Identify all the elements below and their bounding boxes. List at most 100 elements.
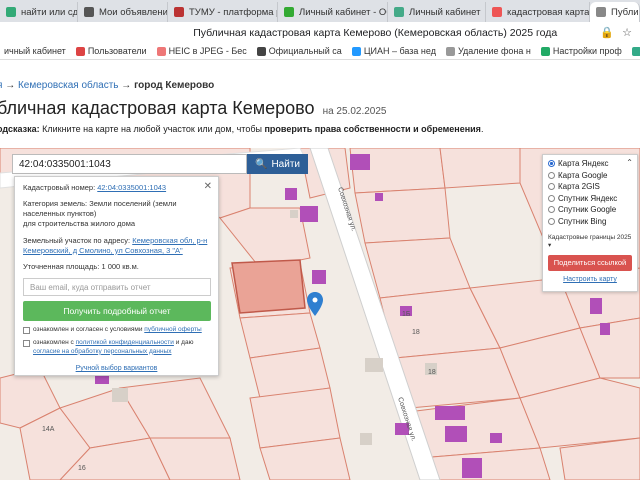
house-number: 14А [42, 426, 55, 433]
chevron-up-icon[interactable]: ⌃ [626, 158, 633, 167]
building [445, 426, 467, 442]
layer-option[interactable]: Карта 2GIS [548, 181, 632, 193]
share-link-button[interactable]: Поделиться ссылкой [548, 255, 632, 271]
layer-radio[interactable] [548, 171, 555, 179]
bookmark-item[interactable]: Личный кабинет [628, 46, 640, 56]
bookmark-item[interactable]: ичный кабинет [0, 46, 70, 56]
bookmark-label: Официальный са [268, 46, 342, 56]
layer-label: Карта Google [558, 170, 608, 180]
tab-label: Личный кабинет [409, 6, 481, 18]
bookmark-label: ичный кабинет [4, 46, 66, 56]
house-number: 1Б [402, 311, 411, 318]
outbuilding [365, 358, 383, 372]
breadcrumb-region[interactable]: Кемеровская область [18, 80, 119, 91]
layer-option[interactable]: Спутник Яндекс [548, 193, 632, 205]
browser-address-bar: Публичная кадастровая карта Кемерово (Ке… [0, 22, 640, 43]
layer-radio[interactable] [548, 206, 555, 214]
offer-consent[interactable]: ознакомлен и согласен с условиями публич… [23, 326, 210, 334]
close-icon[interactable]: ✕ [204, 181, 212, 192]
tab-label: Мои объявления [99, 6, 168, 18]
selected-plot[interactable] [231, 259, 306, 314]
layer-option[interactable]: Карта Google [548, 170, 632, 182]
layer-label: Карта 2GIS [558, 182, 600, 192]
lock-icon[interactable]: 🔒 [600, 26, 614, 39]
layer-option[interactable]: Спутник Google [548, 204, 632, 216]
land-plot [354, 187, 451, 244]
building [350, 154, 370, 170]
area-value: 1 000 кв.м. [101, 261, 139, 271]
hint-bold: проверить права собственности и обремене… [264, 124, 481, 134]
plot-info-popup: ✕ Кадастровый номер: 42:04:0335001:1043 … [14, 176, 219, 376]
search-button-label: Найти [271, 158, 300, 170]
area-row: Уточненная площадь: 1 000 кв.м. [23, 262, 210, 272]
house-number: 16 [78, 465, 86, 472]
personal-data-link[interactable]: согласие на обработку персональных данны… [33, 348, 172, 355]
browser-tab[interactable]: Личный кабинет - Обь [278, 2, 388, 22]
layer-label: Спутник Яндекс [558, 193, 618, 203]
layer-label: Спутник Bing [558, 216, 607, 226]
bookmark-item[interactable]: Официальный са [253, 46, 346, 56]
browser-tab[interactable]: Публичная [590, 2, 640, 22]
layer-radio[interactable] [548, 217, 555, 225]
outbuilding [112, 388, 128, 402]
bookmark-item[interactable]: ЦИАН – база нед [348, 46, 440, 56]
chevron-down-icon: ▾ [548, 242, 552, 249]
privacy-consent[interactable]: ознакомлен с политикой конфиденциальност… [23, 339, 210, 356]
privacy-text: ознакомлен с [33, 339, 74, 347]
area-label: Уточненная площадь: [23, 261, 100, 271]
bookmark-icon [351, 46, 361, 56]
get-report-button[interactable]: Получить подробный отчет [23, 300, 211, 321]
use-value: для строительства жилого дома [23, 219, 136, 229]
layer-option[interactable]: Карта Яндекс [548, 158, 632, 170]
browser-tab[interactable]: Мои объявления [78, 2, 168, 22]
page-title-bar[interactable]: Публичная кадастровая карта Кемерово (Ке… [150, 27, 600, 39]
browser-tab[interactable]: Личный кабинет [388, 2, 486, 22]
layer-radio[interactable] [548, 160, 555, 168]
privacy-link[interactable]: политикой конфиденциальности [76, 339, 174, 346]
boundaries-select[interactable]: Кадастровые границы 2025 ▾ [548, 234, 632, 249]
building [462, 458, 482, 478]
offer-link[interactable]: публичной оферты [144, 326, 201, 333]
layer-radio[interactable] [548, 183, 555, 191]
browser-tab[interactable]: кадастровая карта пу [486, 2, 590, 22]
land-plot [364, 237, 471, 299]
bookmark-item[interactable]: Удаление фона н [442, 46, 535, 56]
bookmark-icon [156, 46, 166, 56]
bookmark-item[interactable]: Настройки проф [537, 46, 626, 56]
cadastral-search-input[interactable] [12, 154, 247, 174]
tab-favicon-icon [6, 7, 16, 17]
tab-favicon-icon [174, 7, 184, 17]
email-field[interactable]: Ваш email, куда отправить отчет [23, 277, 211, 296]
layer-option[interactable]: Спутник Bing [548, 216, 632, 228]
bookmark-label: HEIC в JPEG - Бес [168, 46, 247, 56]
search-bar: 🔍 Найти [12, 154, 308, 174]
browser-tab[interactable]: найти или сдайте [0, 2, 78, 22]
house-number: 18 [412, 329, 420, 336]
cadastral-link[interactable]: 42:04:0335001:1043 [97, 183, 166, 192]
land-plot [394, 347, 521, 409]
privacy-text-2: и даю [175, 339, 194, 347]
browser-tab[interactable]: ТУМУ - платформа ре [168, 2, 278, 22]
bookmark-icon [631, 46, 640, 56]
address-row: Земельный участок по адресу: Кемеровская… [23, 236, 210, 256]
privacy-checkbox[interactable] [23, 340, 30, 348]
hint-body: Кликните на карте на любой участок или д… [42, 124, 262, 134]
category-label: Категория земель: [23, 199, 88, 209]
configure-map-link[interactable]: Настроить карту [548, 276, 632, 283]
bookmark-item[interactable]: Пользователи [72, 46, 151, 56]
land-plot [439, 148, 521, 189]
building [600, 323, 610, 335]
outbuilding [360, 433, 372, 445]
offer-checkbox[interactable] [23, 326, 30, 334]
star-icon[interactable]: ☆ [622, 26, 632, 39]
layer-options: Карта Яндекс Карта Google Карта 2GIS Спутни… [548, 158, 632, 227]
cadastral-row: Кадастровый номер: 42:04:0335001:1043 [23, 183, 210, 193]
bookmark-item[interactable]: HEIC в JPEG - Бес [153, 46, 251, 56]
tab-favicon-icon [284, 7, 294, 17]
layer-radio[interactable] [548, 194, 555, 202]
bookmark-label: Пользователи [87, 46, 147, 56]
bookmark-icon [445, 46, 455, 56]
breadcrumb-root[interactable]: я [0, 80, 2, 91]
search-button[interactable]: 🔍 Найти [247, 154, 308, 174]
manual-select-link[interactable]: Ручной выбор вариантов [76, 365, 158, 372]
